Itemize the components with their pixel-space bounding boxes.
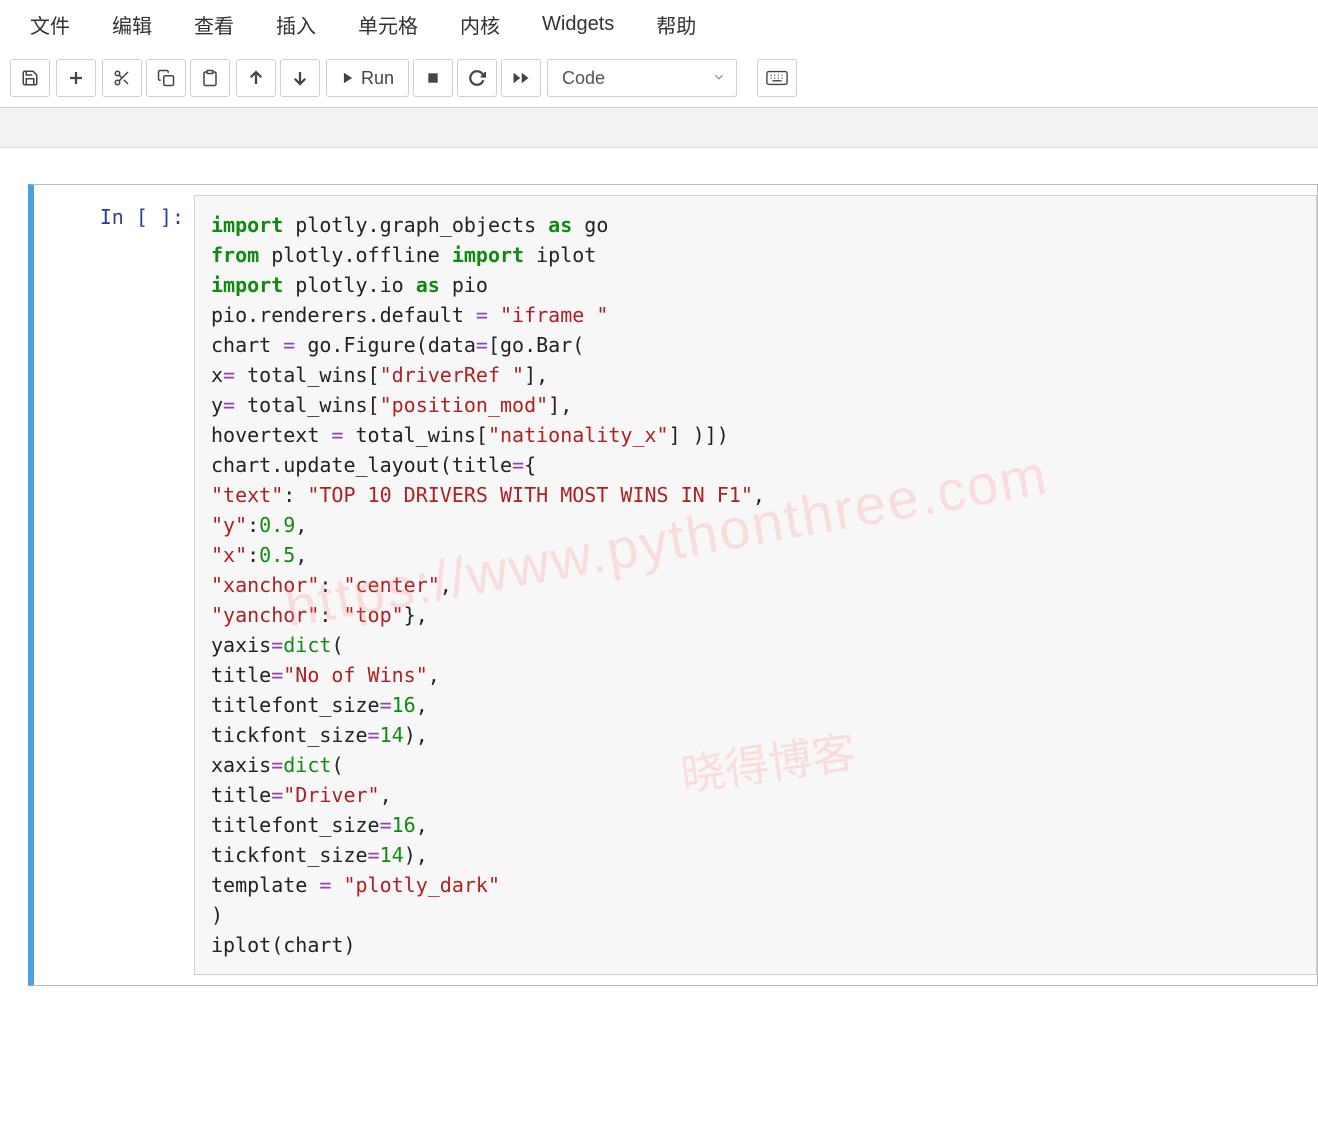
menu-insert[interactable]: 插入 — [276, 10, 316, 39]
copy-button[interactable] — [146, 59, 186, 97]
menu-kernel[interactable]: 内核 — [460, 10, 500, 39]
move-down-button[interactable] — [280, 59, 320, 97]
interrupt-button[interactable] — [413, 59, 453, 97]
toolbar-spacer — [0, 108, 1318, 148]
play-icon — [341, 71, 355, 85]
move-up-button[interactable] — [236, 59, 276, 97]
add-cell-button[interactable] — [56, 59, 96, 97]
arrow-up-icon — [247, 69, 265, 87]
plus-icon — [67, 69, 85, 87]
chevron-down-icon — [712, 68, 726, 89]
command-palette-button[interactable] — [757, 59, 797, 97]
restart-run-all-button[interactable] — [501, 59, 541, 97]
cell-type-select[interactable]: Code — [547, 59, 737, 97]
code-cell[interactable]: In [ ]: import plotly.graph_objects as g… — [28, 184, 1318, 986]
menu-file[interactable]: 文件 — [30, 10, 70, 39]
run-label: Run — [361, 68, 394, 89]
toolbar: Run Code — [0, 55, 1318, 108]
menu-help[interactable]: 帮助 — [656, 10, 696, 39]
cut-button[interactable] — [102, 59, 142, 97]
menu-bar: 文件 编辑 查看 插入 单元格 内核 Widgets 帮助 — [0, 0, 1318, 55]
restart-icon — [468, 69, 486, 87]
cell-type-value: Code — [562, 68, 605, 89]
paste-icon — [201, 69, 219, 87]
fast-forward-icon — [512, 69, 530, 87]
cut-icon — [113, 69, 131, 87]
menu-edit[interactable]: 编辑 — [112, 10, 152, 39]
menu-view[interactable]: 查看 — [194, 10, 234, 39]
paste-button[interactable] — [190, 59, 230, 97]
run-button[interactable]: Run — [326, 59, 409, 97]
code-input[interactable]: import plotly.graph_objects as go from p… — [194, 195, 1317, 975]
copy-icon — [157, 69, 175, 87]
arrow-down-icon — [291, 69, 309, 87]
menu-cell[interactable]: 单元格 — [358, 10, 418, 39]
save-button[interactable] — [10, 59, 50, 97]
menu-widgets[interactable]: Widgets — [542, 13, 614, 36]
notebook-container: In [ ]: import plotly.graph_objects as g… — [0, 148, 1318, 1026]
restart-button[interactable] — [457, 59, 497, 97]
save-icon — [21, 69, 39, 87]
stop-icon — [426, 71, 440, 85]
keyboard-icon — [766, 70, 788, 86]
cell-prompt: In [ ]: — [34, 195, 194, 975]
